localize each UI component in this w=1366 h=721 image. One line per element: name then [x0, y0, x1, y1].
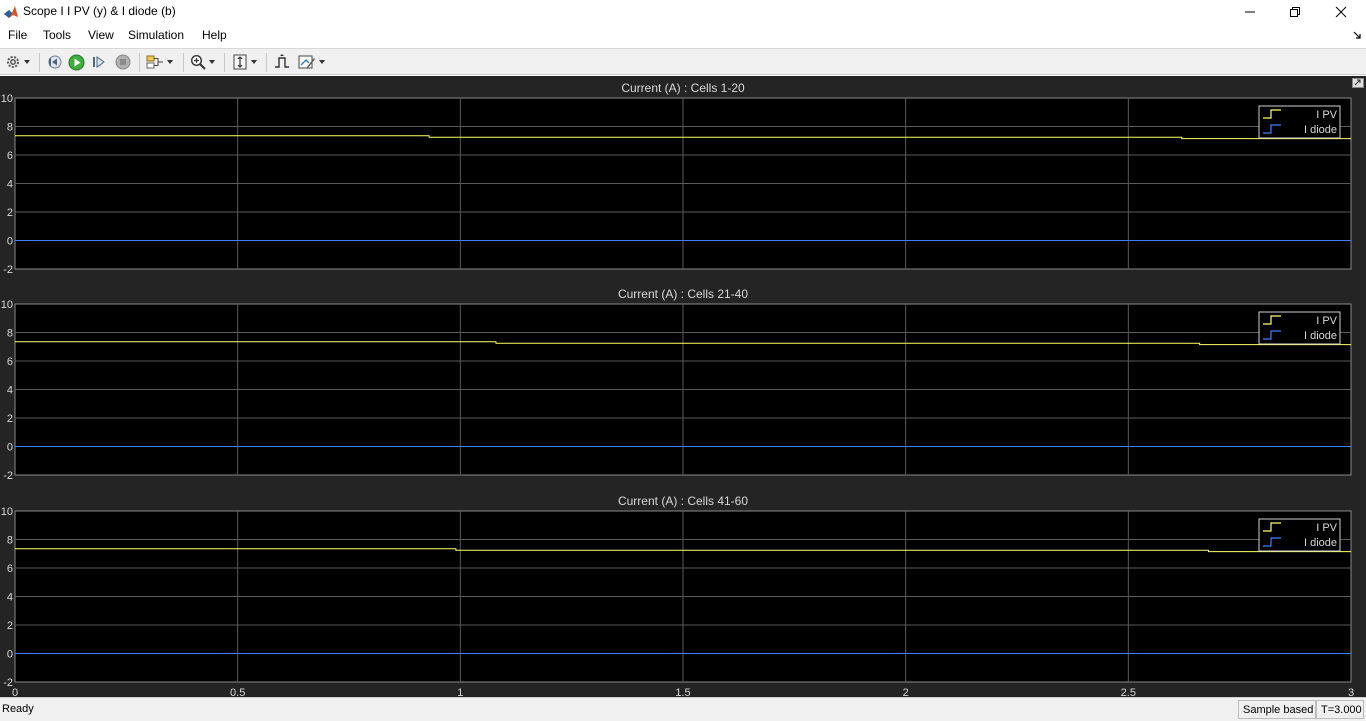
legend-label: I diode [1304, 537, 1337, 549]
triggers-button[interactable] [274, 53, 290, 71]
y-tick-label: 0 [7, 236, 13, 248]
settings-icon [7, 56, 19, 68]
chevron-down-icon [209, 60, 215, 64]
chevron-down-icon [319, 60, 325, 64]
y-tick-label: 2 [7, 207, 13, 219]
legend: I PV I diode [1258, 105, 1341, 139]
y-tick-label: -2 [3, 264, 13, 276]
restore-button[interactable] [1272, 0, 1318, 24]
toolbar-separator [183, 53, 184, 72]
matlab-icon [3, 4, 19, 20]
y-tick-label: 8 [7, 122, 13, 134]
y-tick-label: 6 [7, 563, 13, 575]
stop-icon [115, 54, 131, 70]
legend: I PV I diode [1258, 311, 1341, 345]
settings-button[interactable] [5, 53, 30, 71]
plot-title: Current (A) : Cells 1-20 [621, 81, 745, 95]
cursor-measurement-icon [298, 55, 315, 69]
dock-arrow-icon[interactable] [1352, 30, 1362, 40]
restore-icon [1290, 7, 1300, 17]
y-tick-label: 6 [7, 356, 13, 368]
x-tick-label: 1.5 [675, 687, 690, 697]
scope-plots: Current (A) : Cells 1-20-20246810I PVI d… [1, 81, 1354, 697]
minimize-icon [1245, 11, 1255, 13]
highlight-button[interactable] [146, 53, 173, 71]
y-tick-label: 2 [7, 620, 13, 632]
menu-simulation[interactable]: Simulation [128, 28, 184, 42]
zoom-in-icon [190, 54, 206, 70]
x-tick-label: 2 [903, 687, 909, 697]
menu-help[interactable]: Help [202, 28, 227, 42]
close-button[interactable] [1318, 0, 1364, 24]
zoom-in-button[interactable] [190, 53, 215, 71]
run-icon [68, 54, 85, 70]
undock-icon[interactable] [1352, 78, 1364, 88]
toolbar-separator [224, 53, 225, 72]
y-tick-label: 10 [1, 299, 13, 311]
chevron-down-icon [167, 60, 173, 64]
step-forward-button[interactable] [91, 53, 107, 71]
y-tick-label: 8 [7, 328, 13, 340]
y-tick-label: 6 [7, 150, 13, 162]
menu-file[interactable]: File [8, 28, 27, 42]
y-tick-label: 0 [7, 649, 13, 661]
scale-axes-button[interactable] [232, 53, 257, 71]
triggers-icon [275, 54, 289, 68]
window-title: Scope I I PV (y) & I diode (b) [23, 4, 176, 18]
x-tick-label: 2.5 [1121, 687, 1136, 697]
menu-view[interactable]: View [88, 28, 114, 42]
title-bar: Scope I I PV (y) & I diode (b) [0, 0, 1366, 24]
legend-label: I PV [1316, 109, 1337, 121]
y-tick-label: 10 [1, 93, 13, 105]
x-tick-label: 3 [1348, 687, 1354, 697]
scope-display: Current (A) : Cells 1-20 -2 0 2 4 6 8 10 I PV I d… [0, 76, 1366, 697]
y-tick-label: 4 [7, 179, 13, 191]
cursor-measurement-button[interactable] [298, 53, 325, 71]
y-tick-label: 2 [7, 413, 13, 425]
highlight-icon [146, 55, 163, 69]
y-tick-label: -2 [3, 470, 13, 482]
minimize-button[interactable] [1227, 0, 1273, 24]
toolbar-separator [266, 53, 267, 72]
chevron-down-icon [251, 60, 257, 64]
x-tick-label: 1 [457, 687, 463, 697]
legend: I PV I diode [1258, 518, 1341, 552]
status-bar: Ready Sample based T=3.000 [0, 697, 1366, 721]
y-tick-label: 4 [7, 592, 13, 604]
chevron-down-icon [24, 60, 30, 64]
legend-label: I diode [1304, 330, 1337, 342]
step-back-button[interactable] [46, 53, 62, 71]
plot-panel: Current (A) : Cells 1-20 -2 0 2 4 6 8 10 I PV I d… [1, 81, 1352, 276]
scale-axes-icon [233, 54, 247, 70]
close-icon [1335, 6, 1347, 18]
x-tick-label: 0.5 [230, 687, 245, 697]
status-mode: Sample based [1238, 700, 1316, 719]
menu-bar: File Tools View Simulation Help [0, 24, 1366, 48]
y-tick-label: 0 [7, 442, 13, 454]
plot-panel: Current (A) : Cells 41-60-202468100 0.5 1 1… [1, 494, 1354, 697]
toolbar [0, 48, 1366, 75]
y-tick-label: 8 [7, 535, 13, 547]
status-text: Ready [2, 703, 34, 715]
stop-button[interactable] [115, 53, 131, 71]
y-tick-label: 10 [1, 506, 13, 518]
status-time: T=3.000 [1316, 700, 1364, 719]
plot-title: Current (A) : Cells 41-60 [618, 494, 748, 508]
plot-panel: Current (A) : Cells 21-40-20246810I PVI … [1, 287, 1352, 482]
step-forward-icon [93, 56, 105, 68]
step-back-icon [48, 55, 62, 69]
x-tick-label: 0 [12, 687, 18, 697]
plot-title: Current (A) : Cells 21-40 [618, 287, 748, 301]
legend-label: I PV [1316, 315, 1337, 327]
y-tick-label: 4 [7, 385, 13, 397]
toolbar-separator [139, 53, 140, 72]
legend-label: I diode [1304, 124, 1337, 136]
run-button[interactable] [68, 53, 85, 71]
menu-tools[interactable]: Tools [43, 28, 71, 42]
toolbar-separator [39, 53, 40, 72]
legend-label: I PV [1316, 522, 1337, 534]
